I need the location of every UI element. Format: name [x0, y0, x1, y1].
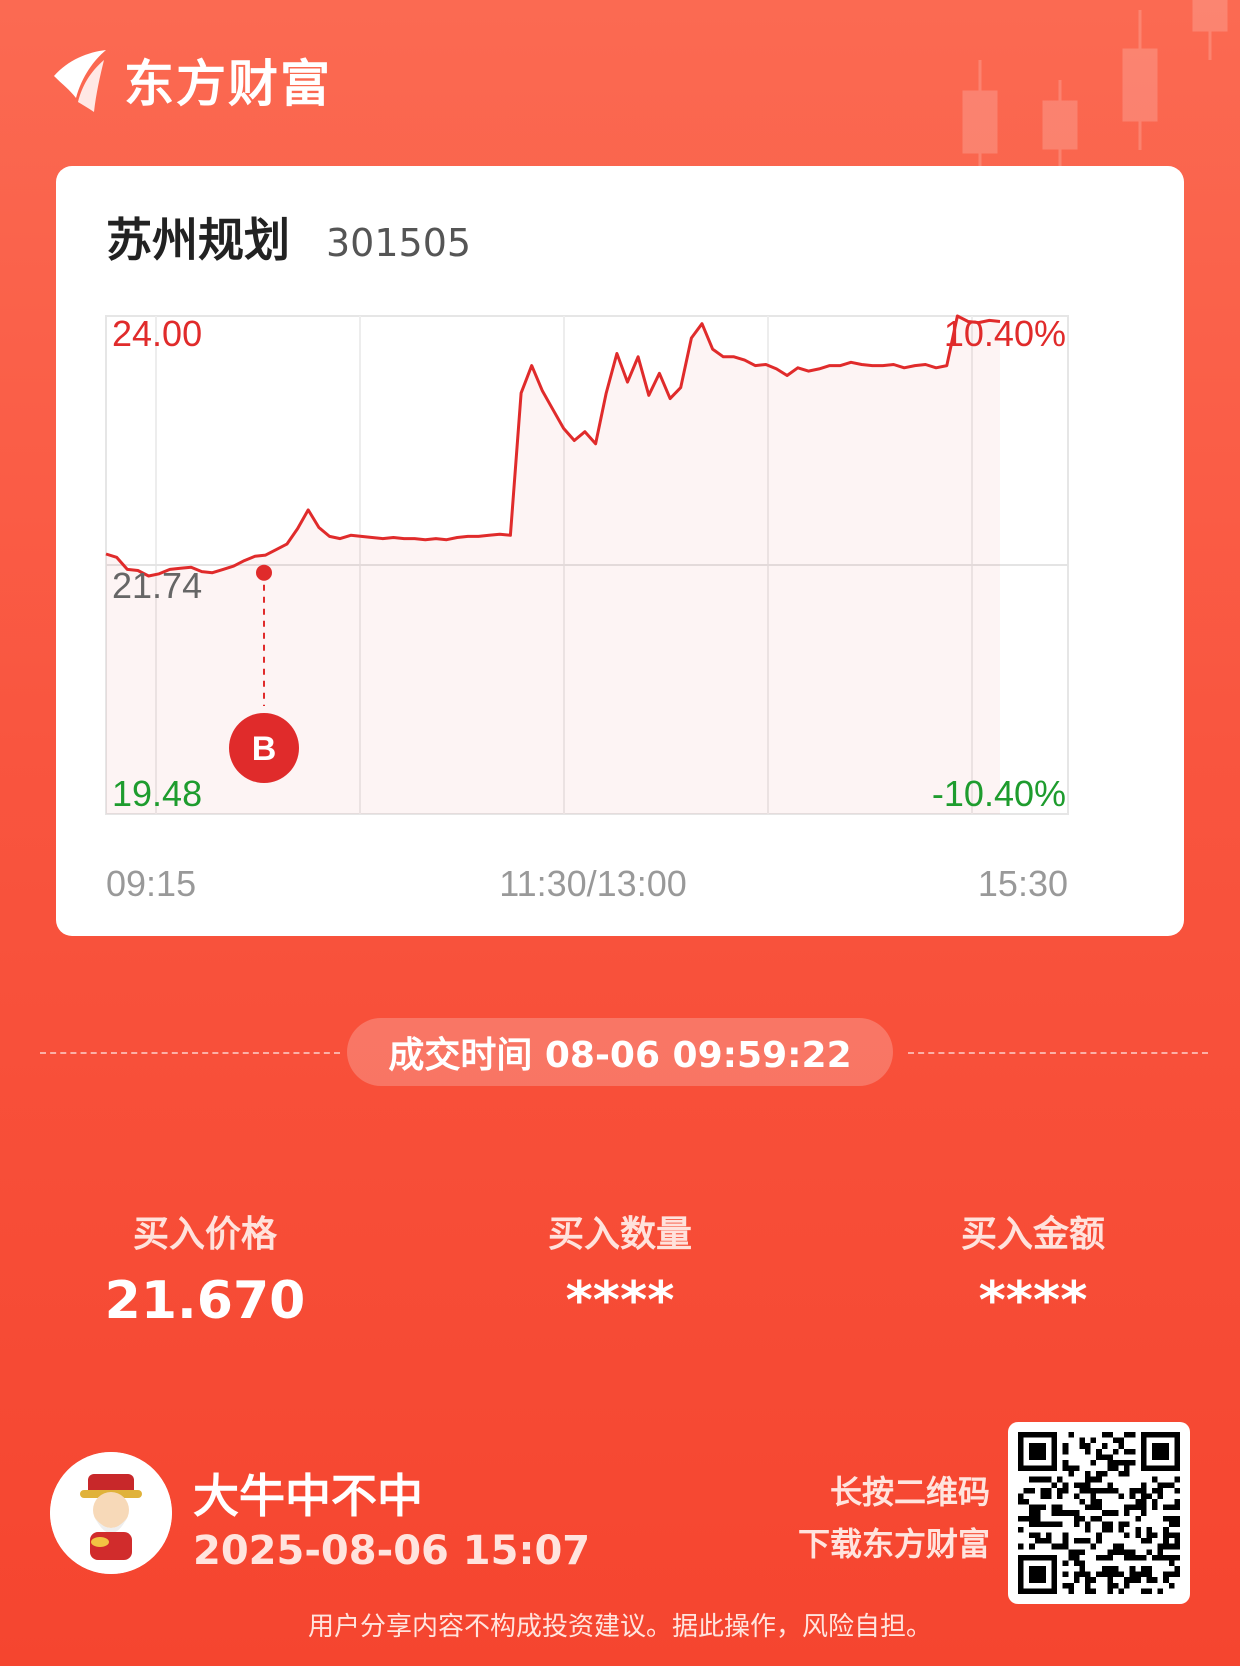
stock-chart-card[interactable]: 苏州规划 301505 24.00 21.74 19.48 10.40% -10.40%… — [56, 166, 1184, 936]
stat-buy-amount: 买入金额 **** — [883, 1205, 1183, 1331]
chart-pct-max-label: 10.40% — [944, 313, 1066, 354]
share-time: 2025-08-06 15:07 — [193, 1528, 591, 1574]
stat-buy-quantity: 买入数量 **** — [470, 1205, 770, 1331]
chart-x-label-end: 15:30 — [978, 863, 1068, 904]
chart-x-label-mid: 11:30/13:00 — [499, 863, 687, 904]
trade-time-row: 成交时间 08-06 09:59:22 — [40, 1018, 1210, 1088]
username: 大牛中不中 — [193, 1469, 423, 1523]
buy-marker-dot — [256, 564, 272, 581]
stat-label: 买入数量 — [547, 1214, 692, 1255]
brand-name: 东方财富 — [124, 55, 332, 113]
buy-marker-label: B — [252, 730, 277, 768]
intraday-chart-svg: 24.00 21.74 19.48 10.40% -10.40% 09:15 11:30/1… — [105, 313, 1069, 904]
intraday-chart: 24.00 21.74 19.48 10.40% -10.40% 09:15 11:30/1… — [56, 166, 1184, 936]
disclaimer: 用户分享内容不构成投资建议。据此操作，风险自担。 — [307, 1612, 932, 1642]
qr-code[interactable] — [1008, 1422, 1190, 1604]
qr-hint-line2: 下载东方财富 — [797, 1525, 990, 1563]
chart-x-label-start: 09:15 — [106, 863, 196, 904]
chart-y-mid-label: 21.74 — [112, 565, 202, 606]
chart-y-min-label: 19.48 — [112, 773, 202, 814]
qr-hint-line1: 长按二维码 — [829, 1473, 990, 1511]
eastmoney-logo-icon — [54, 50, 106, 112]
trade-time-pill: 成交时间 08-06 09:59:22 — [347, 1018, 893, 1086]
chart-pct-min-label: -10.40% — [932, 773, 1066, 814]
stat-value: 21.670 — [104, 1271, 306, 1331]
stat-buy-price: 买入价格 21.670 — [55, 1205, 355, 1331]
avatar[interactable] — [50, 1452, 172, 1574]
qr-hint: 长按二维码 下载东方财富 — [750, 1466, 990, 1570]
chart-y-max-label: 24.00 — [112, 313, 202, 354]
brand-logo: 东方财富 — [48, 44, 332, 116]
dashed-divider-left — [40, 1052, 340, 1054]
qr-code-icon — [1018, 1432, 1180, 1594]
trade-stats: 买入价格 21.670 买入数量 **** 买入金额 **** — [0, 1205, 1240, 1335]
stat-label: 买入金额 — [960, 1214, 1105, 1255]
stat-value: **** — [978, 1271, 1088, 1331]
stat-value: **** — [565, 1271, 675, 1331]
god-of-wealth-avatar-icon — [50, 1452, 172, 1574]
stat-label: 买入价格 — [132, 1214, 277, 1255]
dashed-divider-right — [908, 1052, 1208, 1054]
